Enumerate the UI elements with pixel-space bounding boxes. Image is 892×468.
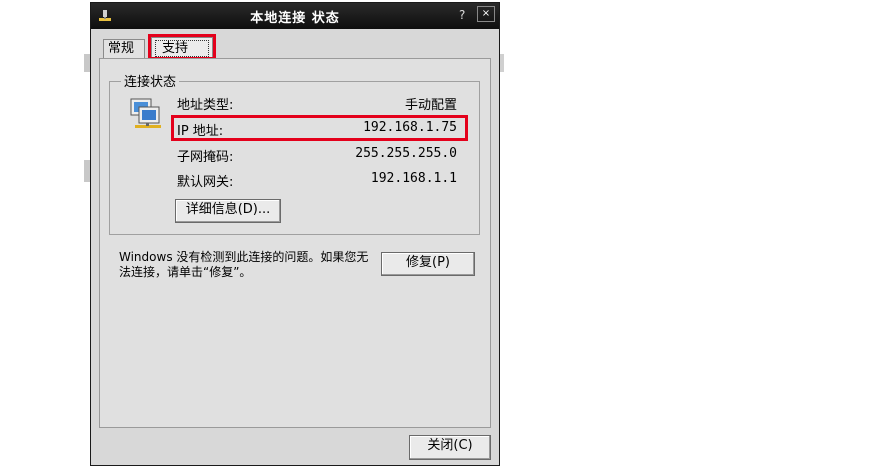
close-window-button[interactable]: ×: [477, 6, 495, 22]
highlight-ip-address: [171, 115, 468, 141]
help-button[interactable]: ?: [459, 8, 465, 22]
details-button[interactable]: 详细信息(D)...: [175, 199, 281, 223]
tab-general[interactable]: 常规: [103, 39, 145, 59]
highlight-support-tab: [148, 34, 216, 60]
address-type-value: 手动配置: [404, 98, 457, 113]
group-legend: 连接状态: [121, 71, 180, 90]
address-type-label: 地址类型:: [177, 98, 234, 113]
default-gateway-value: 192.168.1.1: [370, 171, 457, 186]
title-bar[interactable]: 本地连接 状态 ? ×: [91, 3, 499, 29]
subnet-mask-value: 255.255.255.0: [355, 146, 457, 161]
network-connection-icon: [130, 98, 161, 128]
status-dialog: 本地连接 状态 ? × 常规 支持 连接状态 地址类型: 手动配置 IP 地址:…: [90, 2, 500, 466]
default-gateway-label: 默认网关:: [177, 175, 234, 190]
subnet-mask-label: 子网掩码:: [177, 150, 234, 165]
background-left: [0, 0, 92, 468]
repair-message: Windows 没有检测到此连接的问题。如果您无法连接，请单击“修复”。: [119, 250, 369, 279]
close-button[interactable]: 关闭(C): [409, 435, 491, 460]
background-strip: [500, 54, 504, 72]
window-title: 本地连接 状态: [250, 11, 340, 26]
repair-button[interactable]: 修复(P): [381, 252, 475, 276]
